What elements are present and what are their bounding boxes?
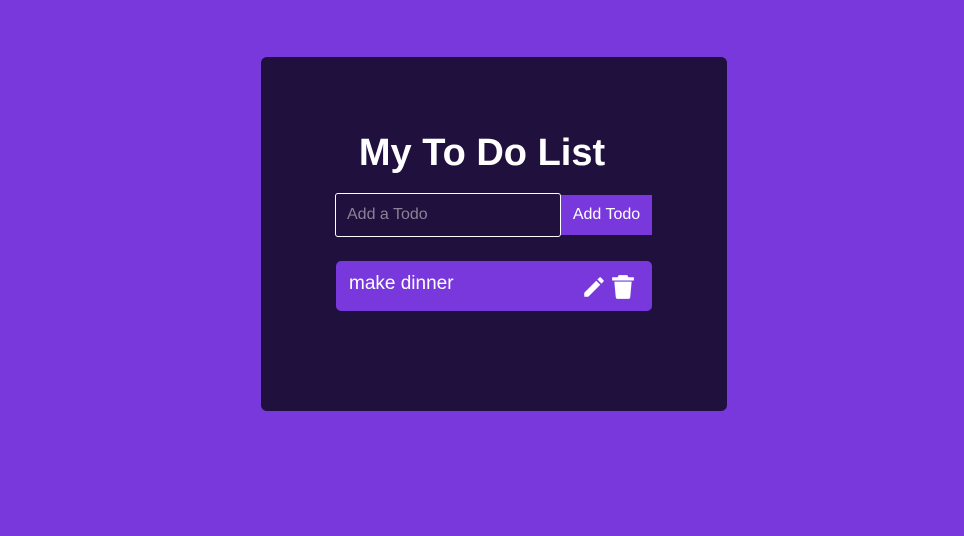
todo-text: make dinner [349,273,454,294]
add-todo-button[interactable]: Add Todo [561,195,652,235]
add-todo-form: Add Todo [335,193,653,237]
todo-input[interactable] [335,193,561,237]
todo-list-item: make dinner [336,261,652,311]
page-title: My To Do List [358,132,606,174]
trash-icon[interactable] [611,274,635,300]
pencil-icon[interactable] [581,274,607,300]
